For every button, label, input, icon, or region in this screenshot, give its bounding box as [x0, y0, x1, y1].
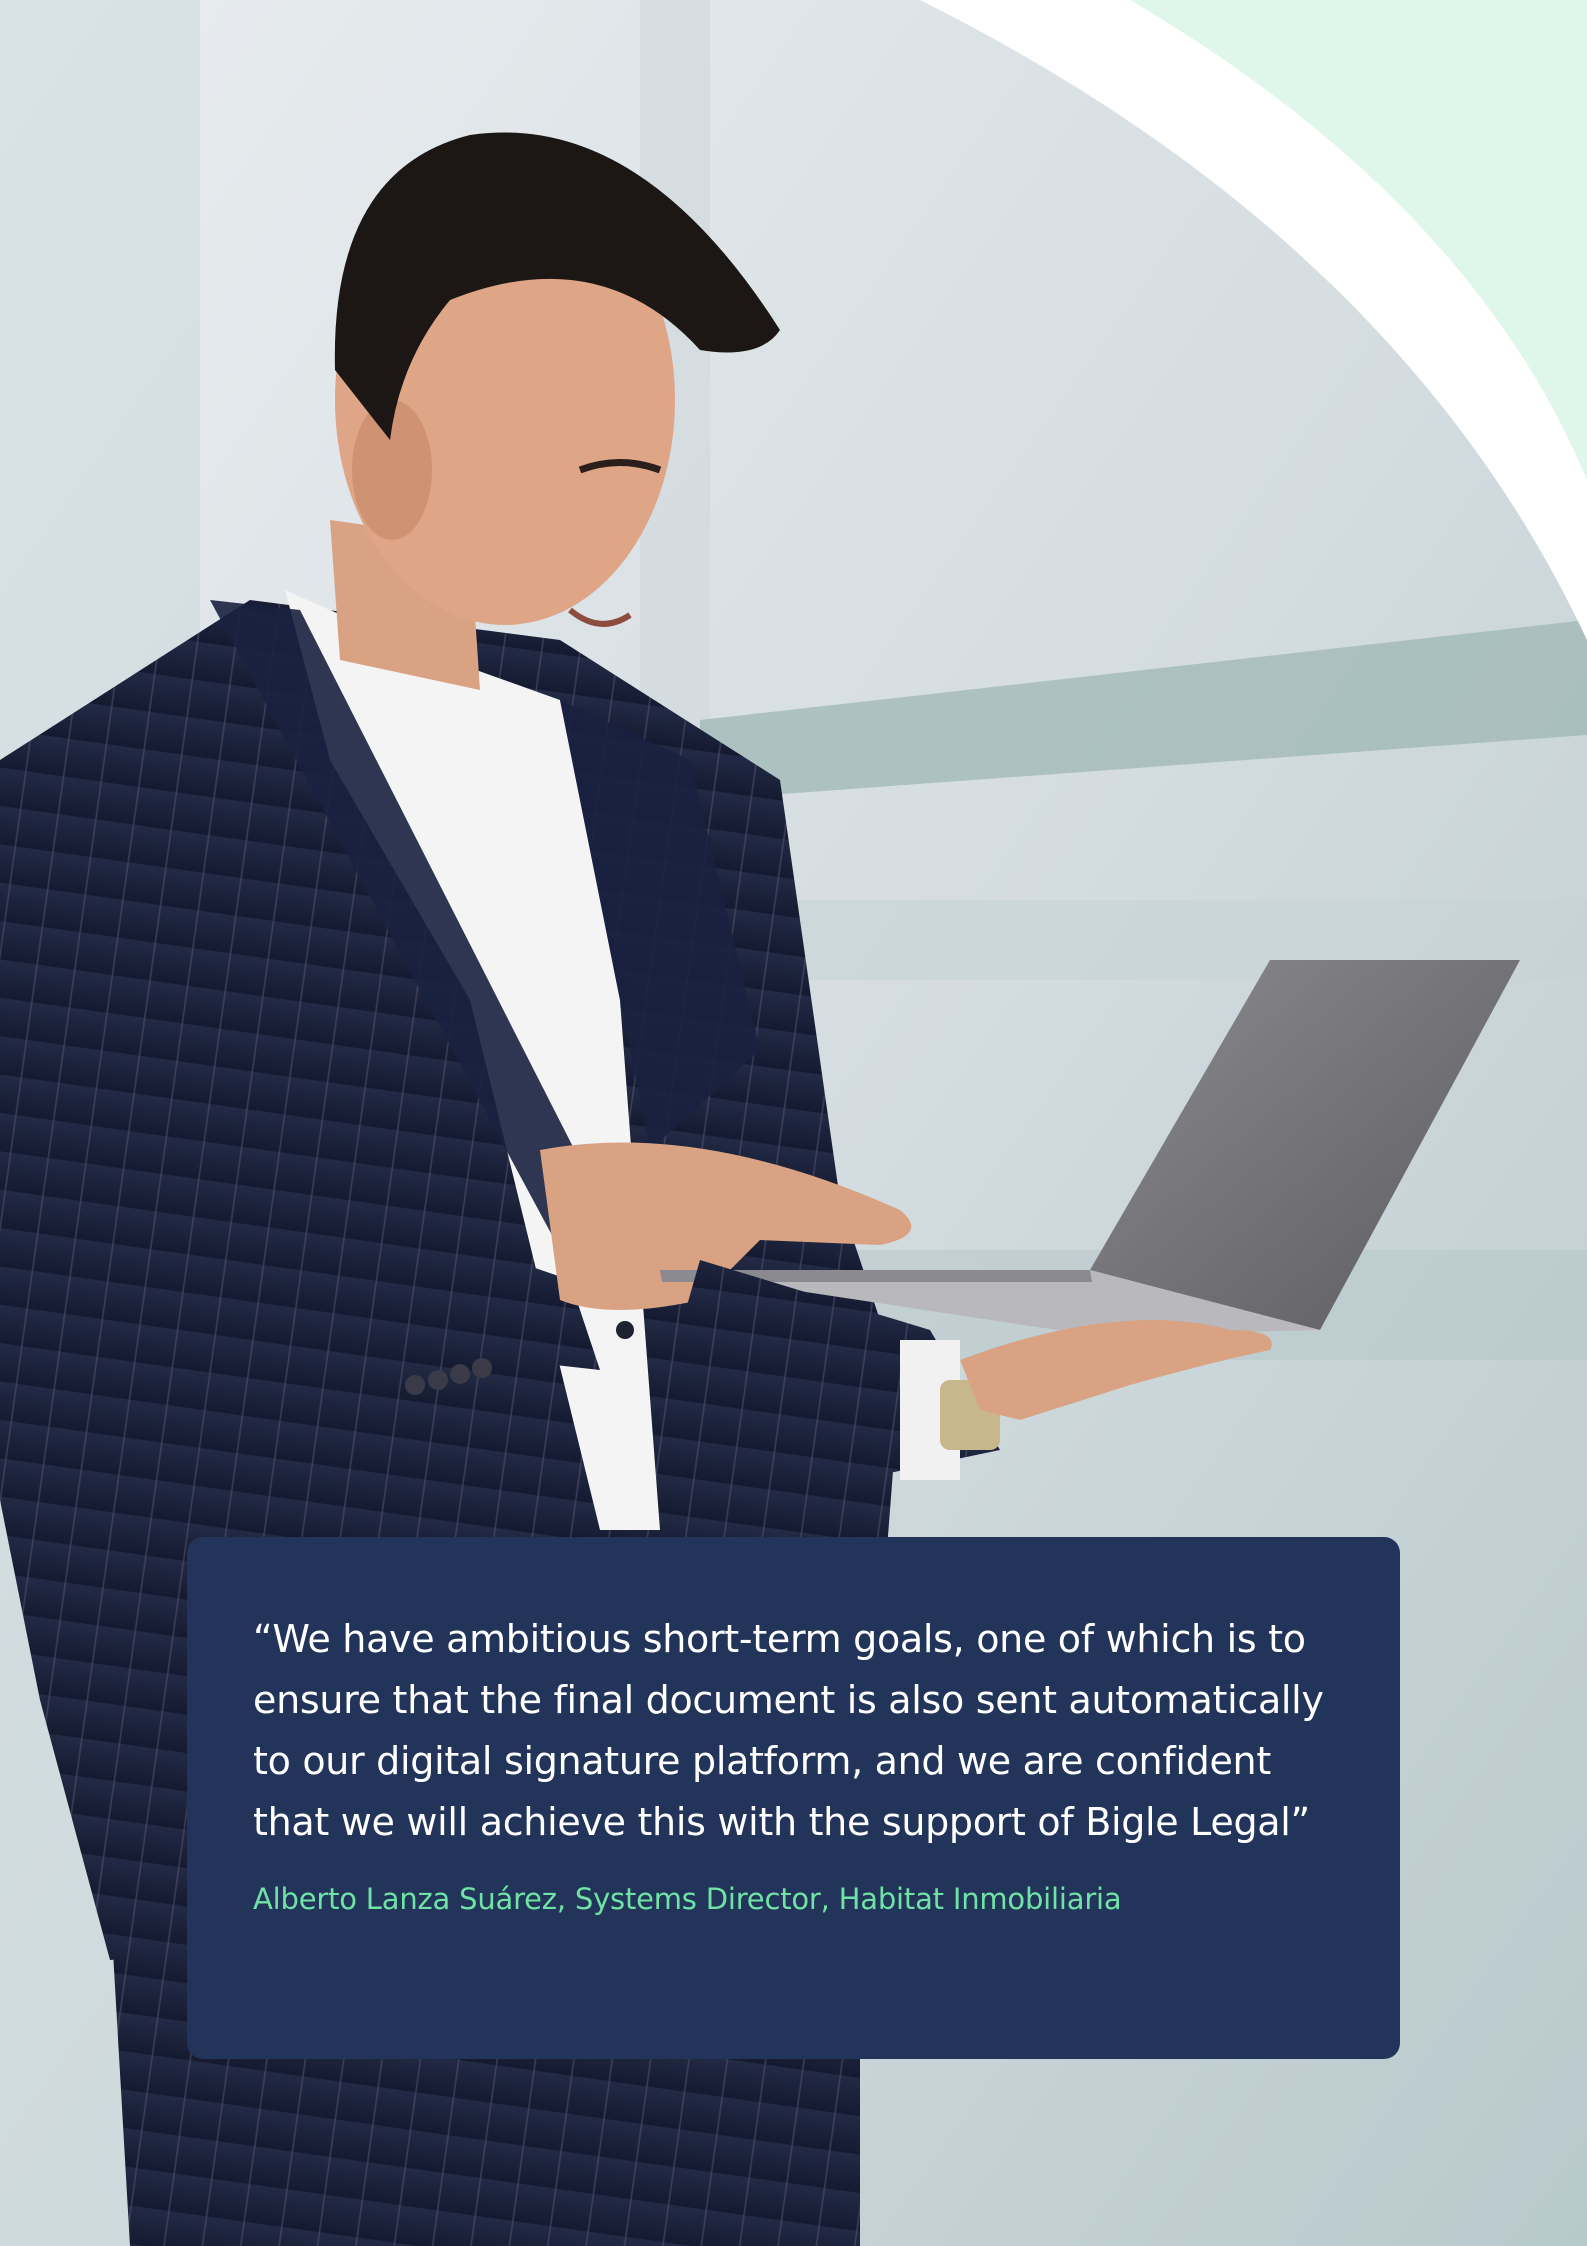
testimonial-quote-text: “We have ambitious short-term goals, one… — [253, 1617, 1324, 1844]
testimonial-attribution: Alberto Lanza Suárez, Systems Director, … — [253, 1882, 1122, 1916]
testimonial-quote-card: “We have ambitious short-term goals, one… — [187, 1537, 1400, 2059]
page: “We have ambitious short-term goals, one… — [0, 0, 1587, 2246]
